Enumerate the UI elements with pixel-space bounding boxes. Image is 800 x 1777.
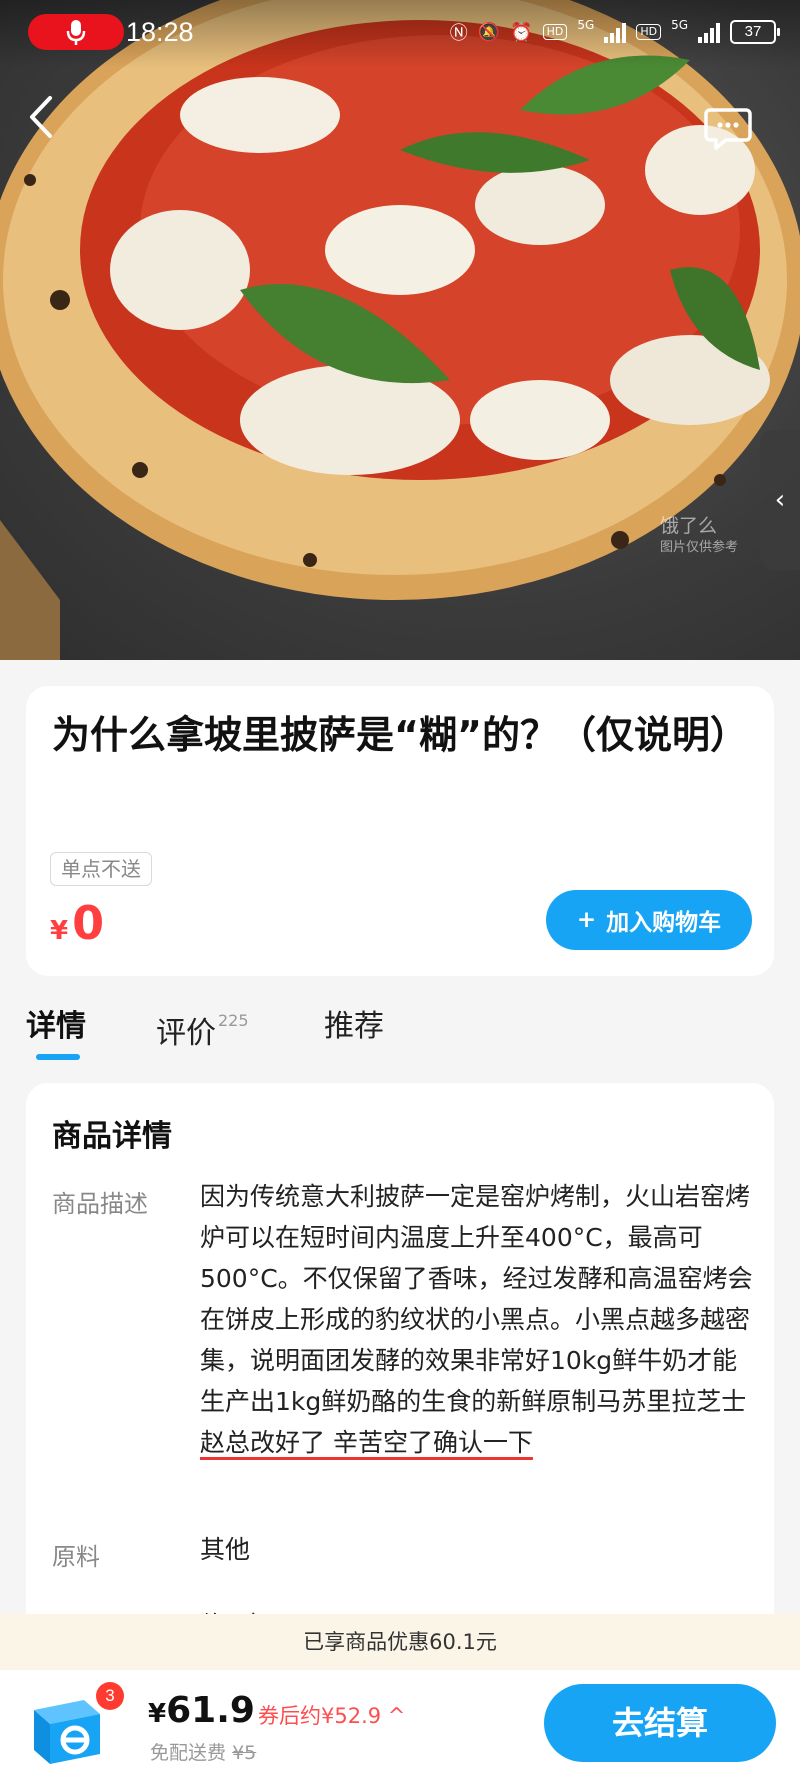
add-to-cart-label: 加入购物车 [606,910,722,936]
back-button[interactable] [22,92,62,142]
add-to-cart-button[interactable]: + 加入购物车 [546,890,752,950]
detail-heading: 商品详情 [52,1119,172,1154]
fee-original: ¥5 [232,1742,257,1764]
mute-icon: 🔕 [477,21,501,43]
tab-recommend[interactable]: 推荐 [324,1005,384,1049]
clock: 18:28 [126,17,194,47]
promo-banner: 已享商品优惠60.1元 [0,1614,800,1670]
active-tab-indicator [36,1054,80,1060]
side-drawer-tab[interactable]: ‹ [760,430,800,570]
description-text: 因为传统意大利披萨一定是窑炉烤制，火山岩窑烤炉可以在短时间内温度上升至400°C… [200,1176,760,1463]
product-image: 饿了么 图片仅供参考 ‹ [0,0,800,660]
status-icons: Ⓝ 🔕 ⏰ HD 5G HD 5G 37 [449,14,780,50]
signal-icon [604,21,627,43]
description-label: 商品描述 [52,1190,148,1218]
product-title: 为什么拿坡里披萨是“糊”的？（仅说明） [52,713,748,757]
shopping-box-icon [34,1700,100,1764]
mic-icon [66,20,86,45]
single-order-tag: 单点不送 [50,852,152,886]
watermark: 饿了么 图片仅供参考 [660,515,739,555]
message-icon [704,108,752,150]
alarm-icon: ⏰ [510,21,533,43]
hd-badge-1: HD [542,24,568,40]
total-price: ¥61.9 [148,1690,255,1731]
cart-button[interactable] [26,1688,106,1768]
checkout-button[interactable]: 去结算 [544,1684,776,1762]
ingredient-value: 其他 [200,1535,251,1564]
plus-icon: + [576,907,597,933]
nfc-icon: Ⓝ [449,23,468,44]
price-symbol: ¥ [50,916,69,946]
hd-badge-2: HD [636,24,662,40]
recording-indicator[interactable] [28,14,124,50]
tab-details[interactable]: 详情 [26,1005,86,1049]
chevron-left-icon: ‹ [774,485,786,515]
back-arrow-icon [30,96,52,138]
message-button[interactable] [700,98,756,154]
total-value: 61.9 [166,1690,255,1731]
price-value: 0 [72,896,105,950]
coupon-price-toggle[interactable]: 券后约¥52.9 ^ [258,1700,405,1730]
description-main: 因为传统意大利披萨一定是窑炉烤制，火山岩窑烤炉可以在短时间内温度上升至400°C… [200,1182,753,1416]
status-bar: 18:28 Ⓝ 🔕 ⏰ HD 5G HD 5G 37 [0,0,800,68]
ingredient-label: 原料 [52,1543,100,1571]
fee-label: 免配送费 [150,1742,227,1764]
delivery-fee: 免配送费 ¥5 [150,1738,256,1765]
pizza-illustration [0,0,800,660]
signal-icon-2 [698,21,720,43]
review-count: 225 [218,1011,249,1030]
product-price: ¥0 [50,896,104,950]
description-note: 赵总改好了 辛苦空了确认一下 [200,1428,533,1457]
network-type-2: 5G [671,18,688,32]
battery-icon: 37 [730,20,780,44]
checkout-bar: 3 ¥61.9 券后约¥52.9 ^ 免配送费 ¥5 去结算 [0,1670,800,1777]
total-symbol: ¥ [148,1699,167,1729]
tab-reviews[interactable]: 评价 225 [156,1005,249,1056]
network-type-1: 5G [577,18,595,32]
product-card: 为什么拿坡里披萨是“糊”的？（仅说明） 单点不送 ¥0 + 加入购物车 [26,686,774,976]
cart-count-badge: 3 [96,1682,124,1710]
